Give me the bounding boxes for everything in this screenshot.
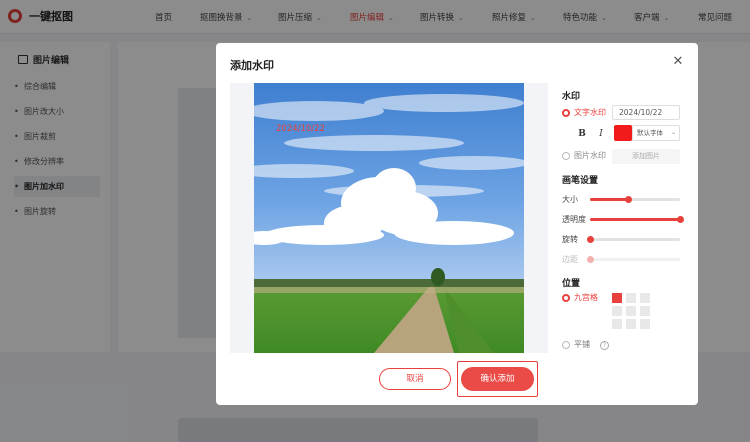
- close-icon[interactable]: ✕: [671, 55, 685, 69]
- grid-cell[interactable]: [612, 319, 622, 329]
- grid-cell[interactable]: [612, 293, 622, 303]
- grid-cell[interactable]: [626, 293, 636, 303]
- tile-position-label[interactable]: 平铺: [574, 339, 590, 350]
- margin-slider-knob[interactable]: [587, 256, 594, 263]
- grid-cell[interactable]: [640, 306, 650, 316]
- image-watermark-label[interactable]: 图片水印: [574, 150, 606, 161]
- confirm-add-button[interactable]: 确认添加: [461, 367, 534, 391]
- preview-area: 2024/10/22: [230, 83, 548, 353]
- dialog-title: 添加水印: [230, 59, 274, 72]
- watermark-preview-text[interactable]: 2024/10/22: [276, 124, 325, 134]
- size-slider-knob[interactable]: [624, 196, 632, 203]
- cancel-button[interactable]: 取消: [379, 368, 451, 390]
- grid-cell[interactable]: [626, 306, 636, 316]
- watermark-dialog: 添加水印 ✕ 2024/10/22 水印 文字水印 2024/10/22 B I…: [216, 43, 698, 405]
- margin-label: 边距: [562, 255, 578, 264]
- text-watermark-label[interactable]: 文字水印: [574, 107, 606, 118]
- font-select[interactable]: 默认字体 ⌄: [632, 125, 680, 141]
- grid-position-radio[interactable]: [562, 294, 570, 302]
- size-label: 大小: [562, 195, 578, 204]
- grid-cell[interactable]: [626, 319, 636, 329]
- preview-image: 2024/10/22: [254, 83, 524, 353]
- text-watermark-radio[interactable]: [562, 109, 570, 117]
- rotate-slider-knob[interactable]: [587, 236, 594, 243]
- opacity-slider-fill: [590, 218, 680, 221]
- color-picker[interactable]: [614, 125, 632, 141]
- grid-position-label[interactable]: 九宫格: [574, 292, 598, 303]
- rotate-slider[interactable]: [587, 236, 680, 243]
- size-slider[interactable]: [590, 196, 680, 203]
- nine-grid-selector: [612, 293, 654, 329]
- grid-cell[interactable]: [612, 306, 622, 316]
- rotate-label: 旋转: [562, 235, 578, 244]
- opacity-label: 透明度: [562, 215, 586, 224]
- margin-slider[interactable]: [587, 256, 680, 263]
- chevron-down-icon: ⌄: [670, 129, 676, 136]
- watermark-text-input[interactable]: 2024/10/22: [612, 105, 680, 120]
- grid-cell[interactable]: [640, 319, 650, 329]
- tile-position-radio[interactable]: [562, 341, 570, 349]
- bold-button[interactable]: B: [574, 126, 590, 142]
- opacity-slider-knob[interactable]: [677, 216, 684, 223]
- grid-cell[interactable]: [640, 293, 650, 303]
- add-image-button[interactable]: 添加图片: [612, 149, 680, 164]
- section-brush: 画笔设置: [562, 176, 599, 186]
- size-slider-fill: [590, 198, 628, 201]
- section-watermark: 水印: [562, 92, 581, 102]
- help-icon[interactable]: ?: [600, 341, 609, 350]
- italic-button[interactable]: I: [593, 126, 609, 142]
- image-watermark-radio[interactable]: [562, 152, 570, 160]
- section-position: 位置: [562, 279, 581, 289]
- settings-panel: 水印 文字水印 2024/10/22 B I 默认字体 ⌄ 图片水印 添加图片 画…: [562, 83, 692, 353]
- opacity-slider[interactable]: [590, 216, 684, 223]
